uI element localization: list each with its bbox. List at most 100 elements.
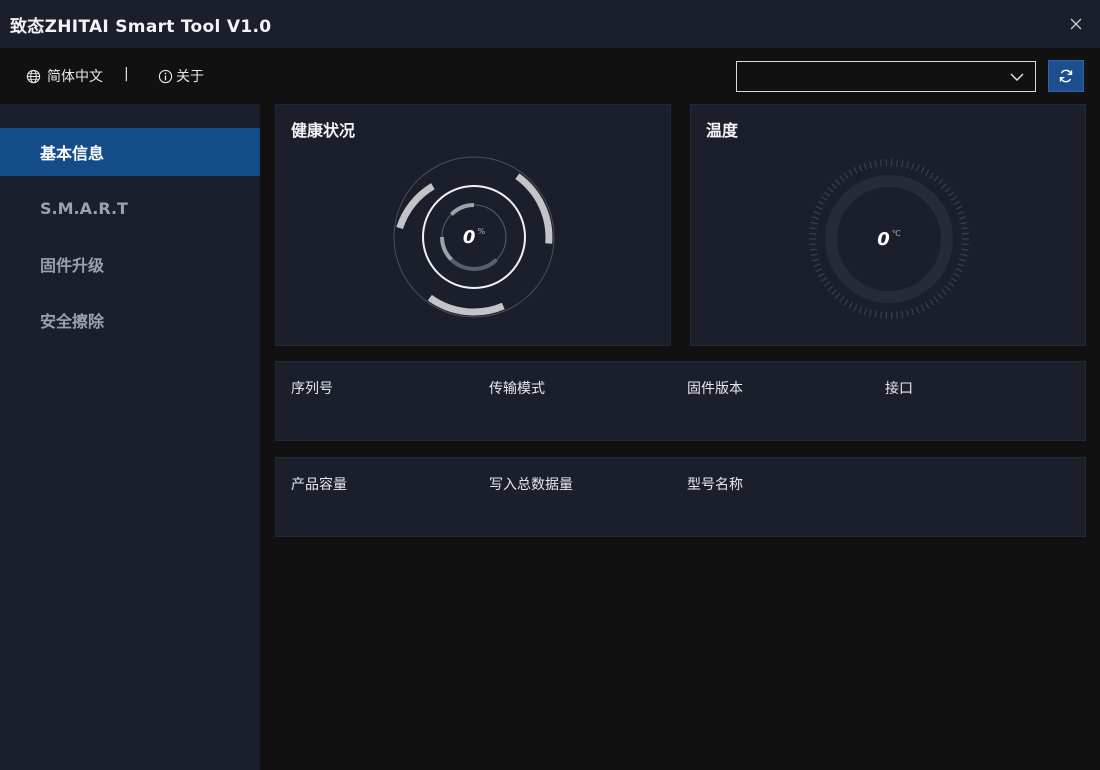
about-label: 关于	[176, 69, 204, 85]
temperature-gauge-tick	[915, 306, 920, 314]
temperature-gauge-tick	[915, 164, 920, 172]
temperature-gauge-tick	[941, 289, 947, 296]
temperature-gauge-tick	[818, 272, 825, 278]
temperature-gauge-tick	[863, 162, 868, 170]
temperature-gauge-tick	[910, 162, 915, 170]
temperature-gauge-tick	[929, 172, 935, 179]
temperature-gauge-tick	[901, 310, 904, 318]
temperature-gauge-tick	[901, 160, 904, 168]
temperature-gauge-tick	[827, 187, 834, 193]
globe-icon	[26, 69, 41, 83]
temperature-gauge-tick	[957, 263, 965, 267]
sidebar: 基本信息 S.M.A.R.T 固件升级 安全擦除	[0, 104, 260, 770]
temperature-gauge-tick	[920, 166, 925, 174]
temperature-gauge-tick	[933, 175, 939, 182]
health-gauge: 0 %	[392, 155, 556, 319]
temperature-panel: 温度 0 ℃	[690, 104, 1086, 346]
temperature-gauge-tick	[811, 216, 819, 220]
temperature-gauge-tick	[960, 253, 968, 257]
temperature-gauge-tick	[953, 272, 960, 278]
firmware-version-label: 固件版本	[687, 381, 743, 397]
temperature-gauge-tick	[920, 304, 925, 312]
temperature-gauge-tick	[896, 159, 898, 167]
model-name-label: 型号名称	[687, 477, 743, 493]
temperature-gauge-tick	[815, 268, 823, 273]
language-label: 简体中文	[47, 69, 103, 85]
capacity-label: 产品容量	[291, 477, 347, 493]
title-bar: 致态ZHITAI Smart Tool V1.0	[0, 0, 1100, 48]
sidebar-item-basic-info[interactable]: 基本信息	[0, 128, 260, 176]
temperature-gauge-tick	[839, 296, 845, 303]
temperature-gauge-tick	[835, 179, 841, 186]
health-panel: 健康状况 0 %	[275, 104, 671, 346]
temperature-gauge-tick	[810, 221, 818, 225]
temperature-gauge-tick	[959, 258, 967, 262]
temperature-gauge-tick	[896, 311, 898, 319]
temperature-gauge-tick	[820, 196, 828, 201]
temperature-gauge-tick	[906, 309, 909, 317]
temperature-gauge-tick	[853, 304, 858, 312]
temperature-gauge-tick	[947, 191, 955, 197]
temperature-gauge-tick	[955, 205, 963, 210]
temperature-gauge-tick	[874, 310, 877, 318]
refresh-button[interactable]	[1048, 60, 1084, 92]
temperature-gauge-tick	[941, 182, 947, 189]
temperature-gauge-tick	[947, 281, 955, 287]
temperature-gauge-tick	[839, 175, 845, 182]
sidebar-item-smart[interactable]: S.M.A.R.T	[0, 184, 260, 232]
temperature-gauge-tick	[953, 200, 960, 206]
temperature-gauge-tick	[827, 285, 834, 291]
temperature-gauge-tick	[815, 205, 823, 210]
info-icon	[158, 69, 173, 83]
temperature-gauge-tick	[848, 301, 854, 309]
temperature-gauge-tick	[944, 285, 951, 291]
temperature-gauge-tick	[823, 191, 831, 197]
temperature-gauge-tick	[863, 308, 868, 316]
temperature-gauge-tick	[843, 299, 849, 306]
chevron-down-icon	[1010, 73, 1024, 81]
info-row-capacity: 产品容量 写入总数据量 型号名称	[275, 457, 1086, 537]
temperature-gauge-tick	[813, 211, 821, 215]
temperature-gauge-tick	[924, 169, 930, 177]
temperature-gauge-tick	[811, 258, 819, 262]
serial-number-label: 序列号	[291, 381, 333, 397]
temperature-gauge-tick	[929, 299, 935, 306]
app-title: 致态ZHITAI Smart Tool V1.0	[10, 16, 272, 37]
temperature-gauge-tick	[858, 306, 863, 314]
temperature-gauge: 0 ℃	[807, 157, 971, 321]
temperature-gauge-tick	[818, 200, 825, 206]
temperature-gauge-tick	[843, 172, 849, 179]
temperature-gauge-tick	[848, 169, 854, 177]
temperature-gauge-tick	[910, 308, 915, 316]
temperature-gauge-tick	[961, 248, 969, 251]
transfer-mode-label: 传输模式	[489, 381, 545, 397]
temperature-gauge-tick	[955, 268, 963, 273]
close-icon[interactable]	[1064, 12, 1088, 36]
interface-label: 接口	[885, 381, 913, 397]
info-row-device: 序列号 传输模式 固件版本 接口	[275, 361, 1086, 441]
temperature-gauge-tick	[933, 296, 939, 303]
temperature-gauge-tick	[810, 253, 818, 257]
temperature-gauge-tick	[906, 161, 909, 169]
temperature-gauge-tick	[820, 277, 828, 282]
total-written-label: 写入总数据量	[489, 477, 573, 493]
temperature-gauge-tick	[961, 227, 969, 230]
about-link[interactable]: 关于	[158, 66, 204, 86]
temperature-title: 温度	[706, 121, 739, 140]
temperature-gauge-tick	[835, 292, 841, 299]
temperature-gauge-tick	[960, 221, 968, 225]
temperature-gauge-tick	[944, 187, 951, 193]
temperature-gauge-tick	[809, 248, 817, 251]
temperature-gauge-tick	[957, 211, 965, 215]
refresh-icon	[1059, 69, 1073, 83]
language-selector[interactable]: 简体中文	[26, 66, 103, 86]
health-title: 健康状况	[291, 121, 356, 140]
toolbar: 简体中文 | 关于	[0, 48, 1100, 104]
temperature-gauge-tick	[831, 289, 837, 296]
sidebar-item-secure-erase[interactable]: 安全擦除	[0, 296, 260, 344]
device-select[interactable]	[736, 61, 1036, 92]
temperature-gauge-tick	[853, 166, 858, 174]
temperature-gauge-tick	[869, 309, 872, 317]
sidebar-item-firmware-upgrade[interactable]: 固件升级	[0, 240, 260, 288]
temperature-gauge-tick	[880, 311, 882, 319]
